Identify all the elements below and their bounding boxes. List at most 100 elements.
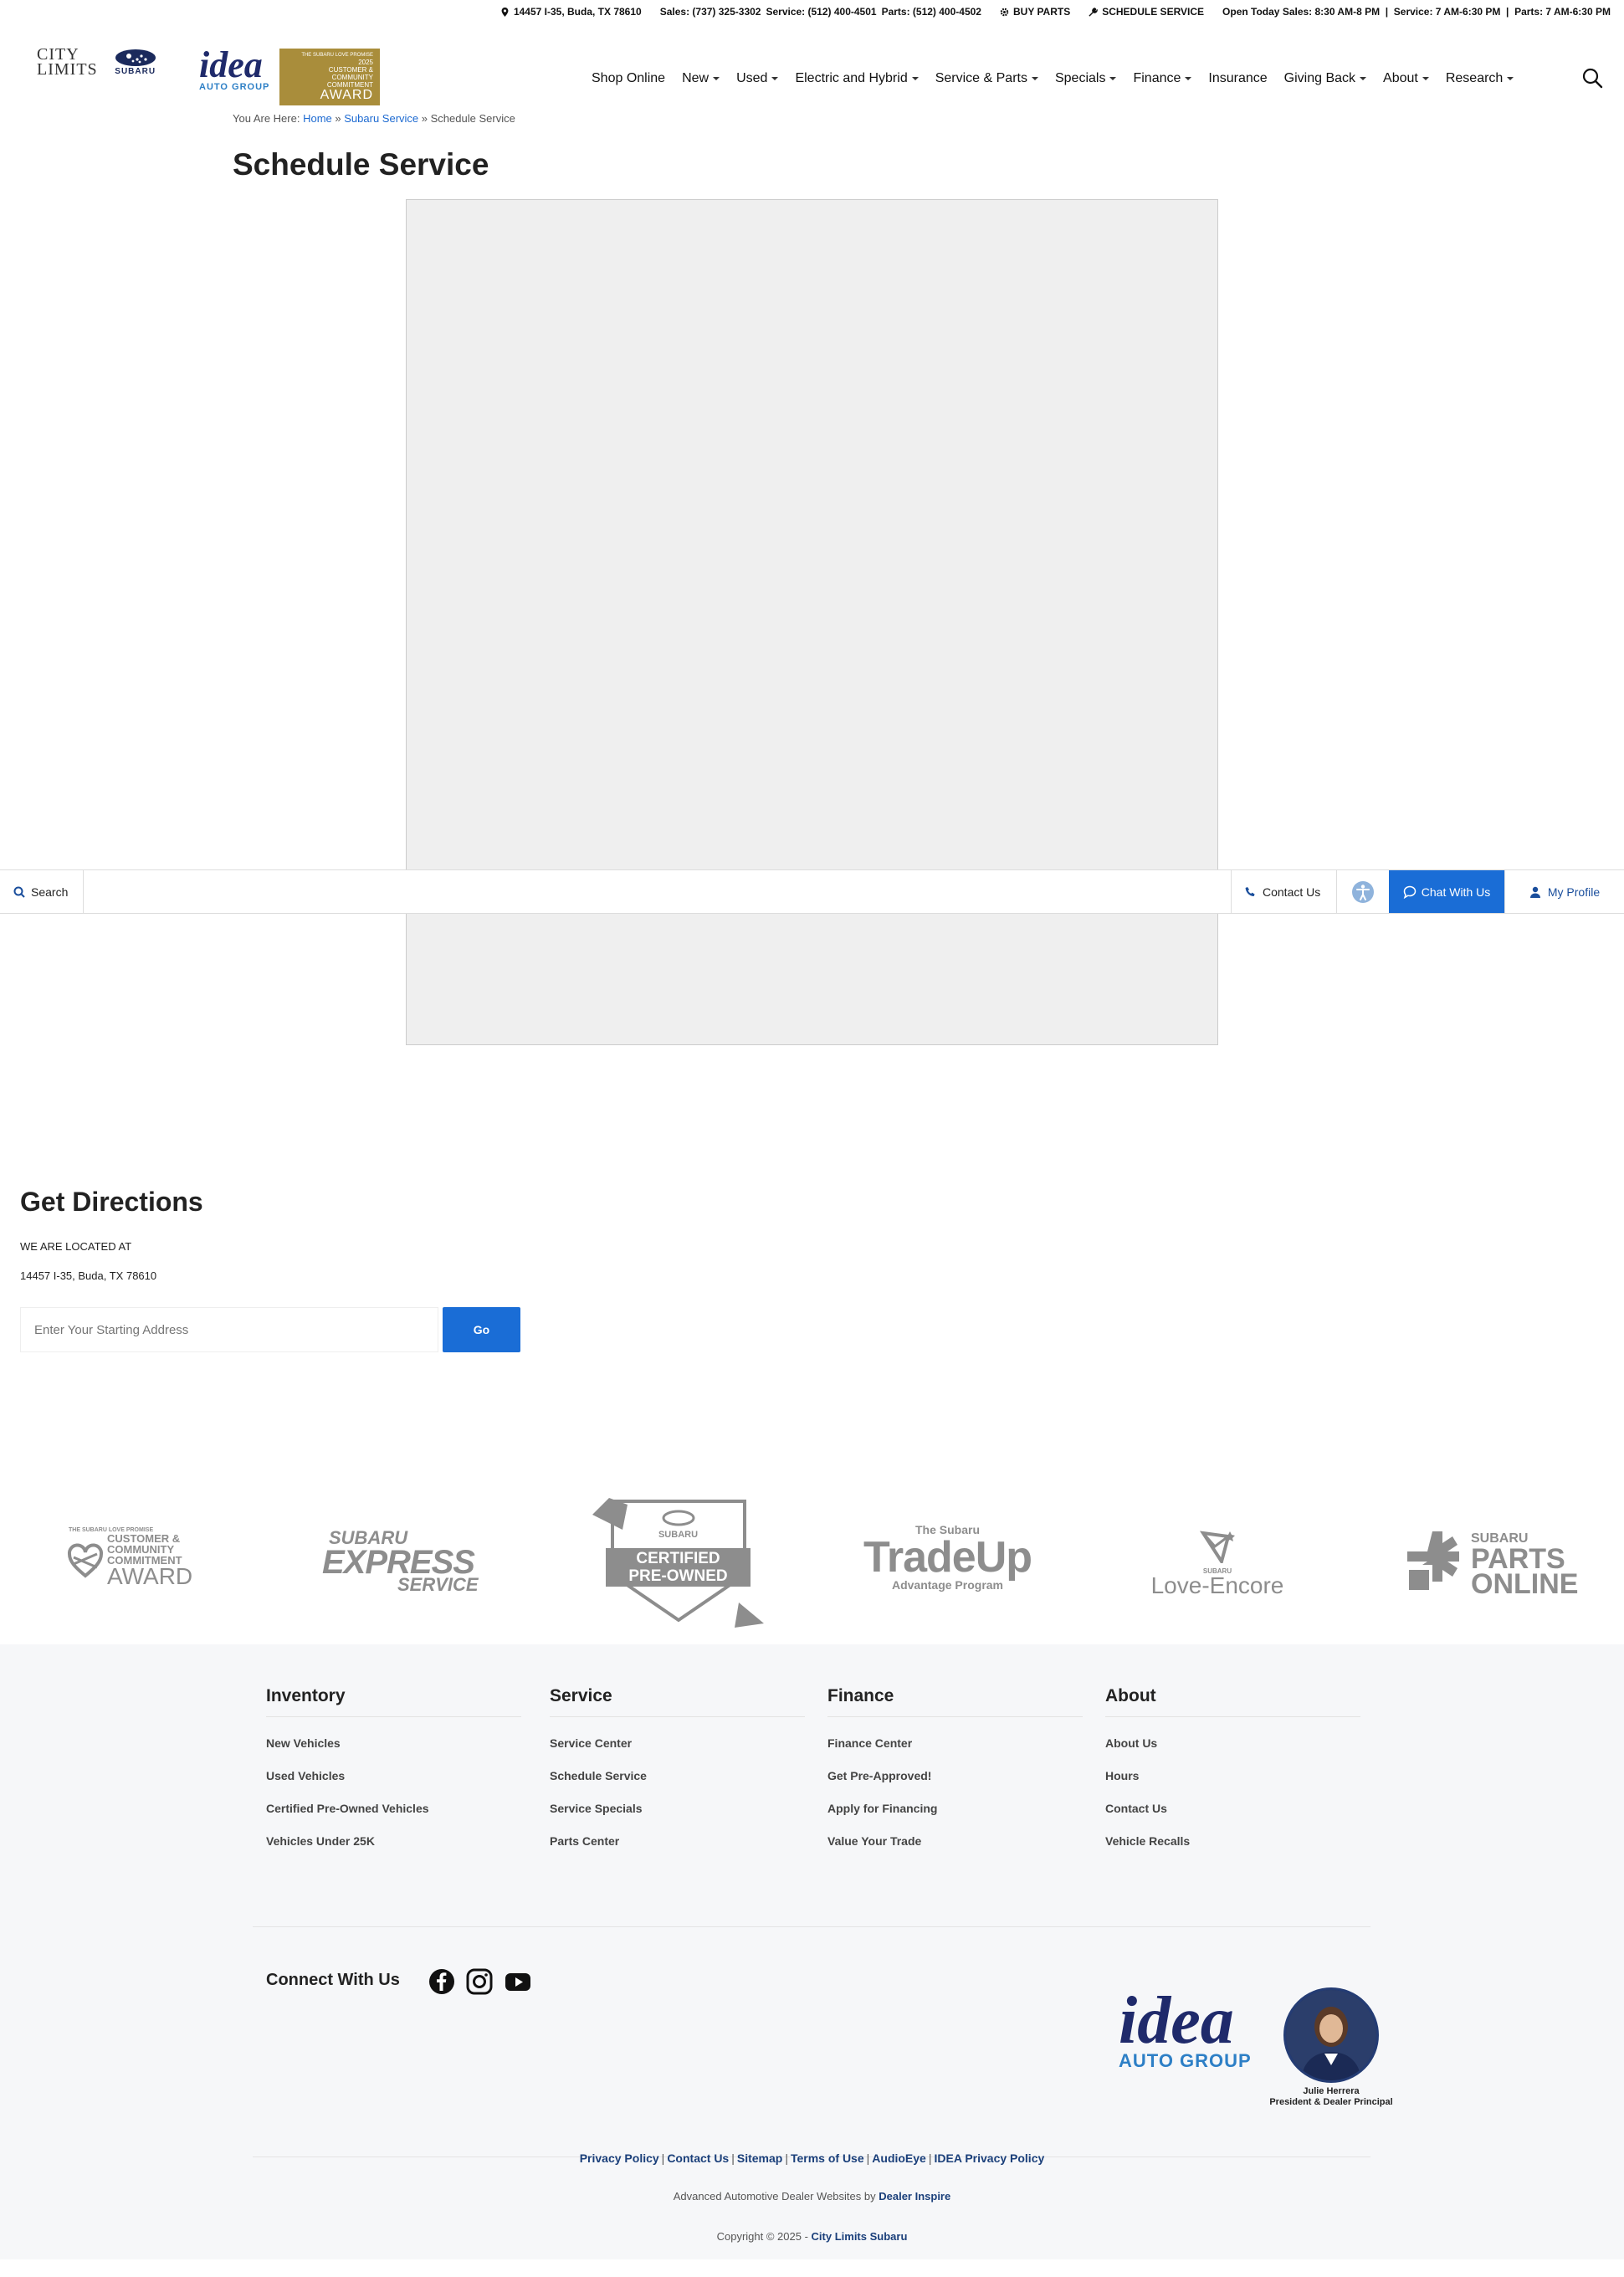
cpo-brand-text: SUBARU	[658, 1530, 699, 1540]
accessibility-icon	[1352, 880, 1374, 903]
sales-phone[interactable]: Sales: (737) 325-3302	[660, 6, 761, 18]
copyright-dealer-link[interactable]: City Limits Subaru	[812, 2230, 908, 2243]
sitemap-link[interactable]: Sitemap	[737, 2151, 782, 2165]
footer-link[interactable]: Used Vehicles	[266, 1768, 521, 1801]
nav-giving-back[interactable]: Giving Back	[1276, 67, 1375, 90]
accessibility-button[interactable]	[1336, 870, 1389, 913]
instagram-icon[interactable]	[466, 1968, 493, 1995]
footer-link[interactable]: Value Your Trade	[827, 1833, 1083, 1866]
idea-auto-group-logo[interactable]: idea AUTO GROUP	[199, 47, 269, 93]
subaru-tradeup-logo[interactable]: The Subaru TradeUp Advantage Program	[858, 1523, 1037, 1592]
breadcrumb-prefix: You Are Here:	[233, 112, 300, 125]
site-footer: Inventory New Vehicles Used Vehicles Cer…	[0, 1644, 1624, 2259]
logo-limits-text: LIMITS	[37, 60, 98, 79]
search-icon[interactable]	[1581, 67, 1603, 89]
footer-legal-links: Privacy Policy | Contact Us | Sitemap | Terms …	[579, 2151, 1045, 2165]
footer-link[interactable]: Apply for Financing	[827, 1801, 1083, 1833]
caret-down-icon	[771, 77, 779, 80]
copyright-prefix: Copyright © 2025 -	[716, 2230, 808, 2243]
address-link[interactable]: 14457 I-35, Buda, TX 78610	[500, 6, 642, 18]
store-hours[interactable]: Open Today Sales: 8:30 AM-8 PM | Service…	[1222, 6, 1611, 18]
audioeye-link[interactable]: AudioEye	[872, 2151, 926, 2165]
person-photo-icon	[1286, 1990, 1376, 2080]
contact-us-link[interactable]: Contact Us	[667, 2151, 729, 2165]
chat-with-us-button[interactable]: Chat With Us	[1389, 870, 1504, 913]
footer-link[interactable]: Get Pre-Approved!	[827, 1768, 1083, 1801]
footer-link[interactable]: Service Center	[550, 1736, 805, 1768]
footer-link[interactable]: About Us	[1105, 1736, 1360, 1768]
buy-parts-link[interactable]: BUY PARTS	[1000, 6, 1070, 18]
nav-about[interactable]: About	[1375, 67, 1437, 90]
nav-service-parts[interactable]: Service & Parts	[927, 67, 1047, 90]
nav-insurance[interactable]: Insurance	[1200, 67, 1275, 90]
youtube-icon[interactable]	[505, 1968, 531, 1995]
my-profile-button[interactable]: My Profile	[1504, 870, 1624, 913]
footer-link[interactable]: Finance Center	[827, 1736, 1083, 1768]
breadcrumb-current: Schedule Service	[430, 112, 515, 125]
encore-big-text: Love-Encore	[1150, 1572, 1284, 1598]
dealer-inspire-link[interactable]: Dealer Inspire	[879, 2190, 950, 2203]
footer-idea-text: idea	[1119, 1984, 1234, 2058]
nav-label: Finance	[1133, 71, 1181, 85]
certified-pre-owned-logo[interactable]: SUBARU CERTIFIED PRE-OWNED	[592, 1498, 764, 1632]
footer-link[interactable]: Parts Center	[550, 1833, 805, 1866]
nav-shop-online[interactable]: Shop Online	[583, 67, 674, 90]
schedule-service-link[interactable]: SCHEDULE SERVICE	[1089, 6, 1204, 18]
sticky-contact-button[interactable]: Contact Us	[1231, 870, 1336, 913]
user-icon	[1529, 886, 1540, 898]
award-badge[interactable]: THE SUBARU LOVE PROMISE 2025 CUSTOMER & …	[279, 49, 380, 105]
footer-column-about: About About Us Hours Contact Us Vehicle …	[1105, 1686, 1360, 1866]
sticky-spacer	[84, 870, 1231, 913]
nav-specials[interactable]: Specials	[1047, 67, 1125, 90]
nav-electric-hybrid[interactable]: Electric and Hybrid	[786, 67, 926, 90]
footer-link[interactable]: Hours	[1105, 1768, 1360, 1801]
facebook-icon[interactable]	[428, 1968, 455, 1995]
footer-link[interactable]: Contact Us	[1105, 1801, 1360, 1833]
subaru-parts-online-logo[interactable]: SUBARU PARTS ONLINE	[1407, 1531, 1578, 1598]
footer-idea-logo[interactable]: idea AUTO GROUP	[1119, 1984, 1252, 2072]
person-title: President & Dealer Principal	[1269, 2097, 1393, 2107]
parts-phone[interactable]: Parts: (512) 400-4502	[882, 6, 981, 18]
terms-of-use-link[interactable]: Terms of Use	[791, 2151, 864, 2165]
service-phone[interactable]: Service: (512) 400-4501	[766, 6, 876, 18]
footer-divider	[253, 1926, 1370, 1927]
nav-finance[interactable]: Finance	[1125, 67, 1200, 90]
footer-link[interactable]: Vehicles Under 25K	[266, 1833, 521, 1866]
footer-link[interactable]: Service Specials	[550, 1801, 805, 1833]
idea-privacy-policy-link[interactable]: IDEA Privacy Policy	[935, 2151, 1045, 2165]
gear-icon	[1000, 8, 1009, 16]
go-button[interactable]: Go	[443, 1307, 520, 1352]
caret-down-icon	[1507, 77, 1514, 80]
heart-icon	[67, 1543, 104, 1578]
breadcrumb-home[interactable]: Home	[303, 112, 332, 125]
award-logo-big-text: AWARD	[107, 1563, 193, 1589]
footer-heading: About	[1105, 1686, 1360, 1717]
schedule-service-embed[interactable]	[406, 199, 1218, 1045]
breadcrumb-subaru-service[interactable]: Subaru Service	[344, 112, 418, 125]
footer-link[interactable]: Vehicle Recalls	[1105, 1833, 1360, 1866]
city-limits-subaru-logo[interactable]: CITY LIMITS SUBARU	[37, 44, 156, 80]
footer-link[interactable]: Certified Pre-Owned Vehicles	[266, 1801, 521, 1833]
subaru-love-encore-logo[interactable]: SUBARU Love-Encore	[1150, 1530, 1284, 1597]
footer-heading: Finance	[827, 1686, 1083, 1717]
privacy-policy-link[interactable]: Privacy Policy	[580, 2151, 659, 2165]
nav-label: About	[1383, 71, 1418, 85]
nav-label: Specials	[1054, 71, 1106, 85]
customer-commitment-award-logo[interactable]: THE SUBARU LOVE PROMISE CUSTOMER & COMMU…	[67, 1527, 209, 1589]
footer-link[interactable]: New Vehicles	[266, 1736, 521, 1768]
page-title: Schedule Service	[233, 147, 489, 182]
footer-column-service: Service Service Center Schedule Service …	[550, 1686, 805, 1866]
sticky-search-button[interactable]: Search	[0, 870, 84, 913]
nav-used[interactable]: Used	[728, 67, 786, 90]
nav-new[interactable]: New	[674, 67, 728, 90]
starting-address-input[interactable]	[20, 1307, 438, 1352]
nav-research[interactable]: Research	[1437, 67, 1522, 90]
brand-logos-row: THE SUBARU LOVE PROMISE CUSTOMER & COMMU…	[0, 1490, 1624, 1644]
directions-title: Get Directions	[20, 1187, 203, 1217]
footer-link[interactable]: Schedule Service	[550, 1768, 805, 1801]
subaru-express-service-logo[interactable]: SUBARU EXPRESS SERVICE	[322, 1527, 494, 1594]
nav-label: Giving Back	[1283, 71, 1356, 85]
award-big-text: AWARD	[320, 87, 373, 102]
dealer-principal-caption: Julie Herrera President & Dealer Princip…	[1263, 2086, 1399, 2108]
chat-bubble-icon	[1403, 885, 1417, 899]
